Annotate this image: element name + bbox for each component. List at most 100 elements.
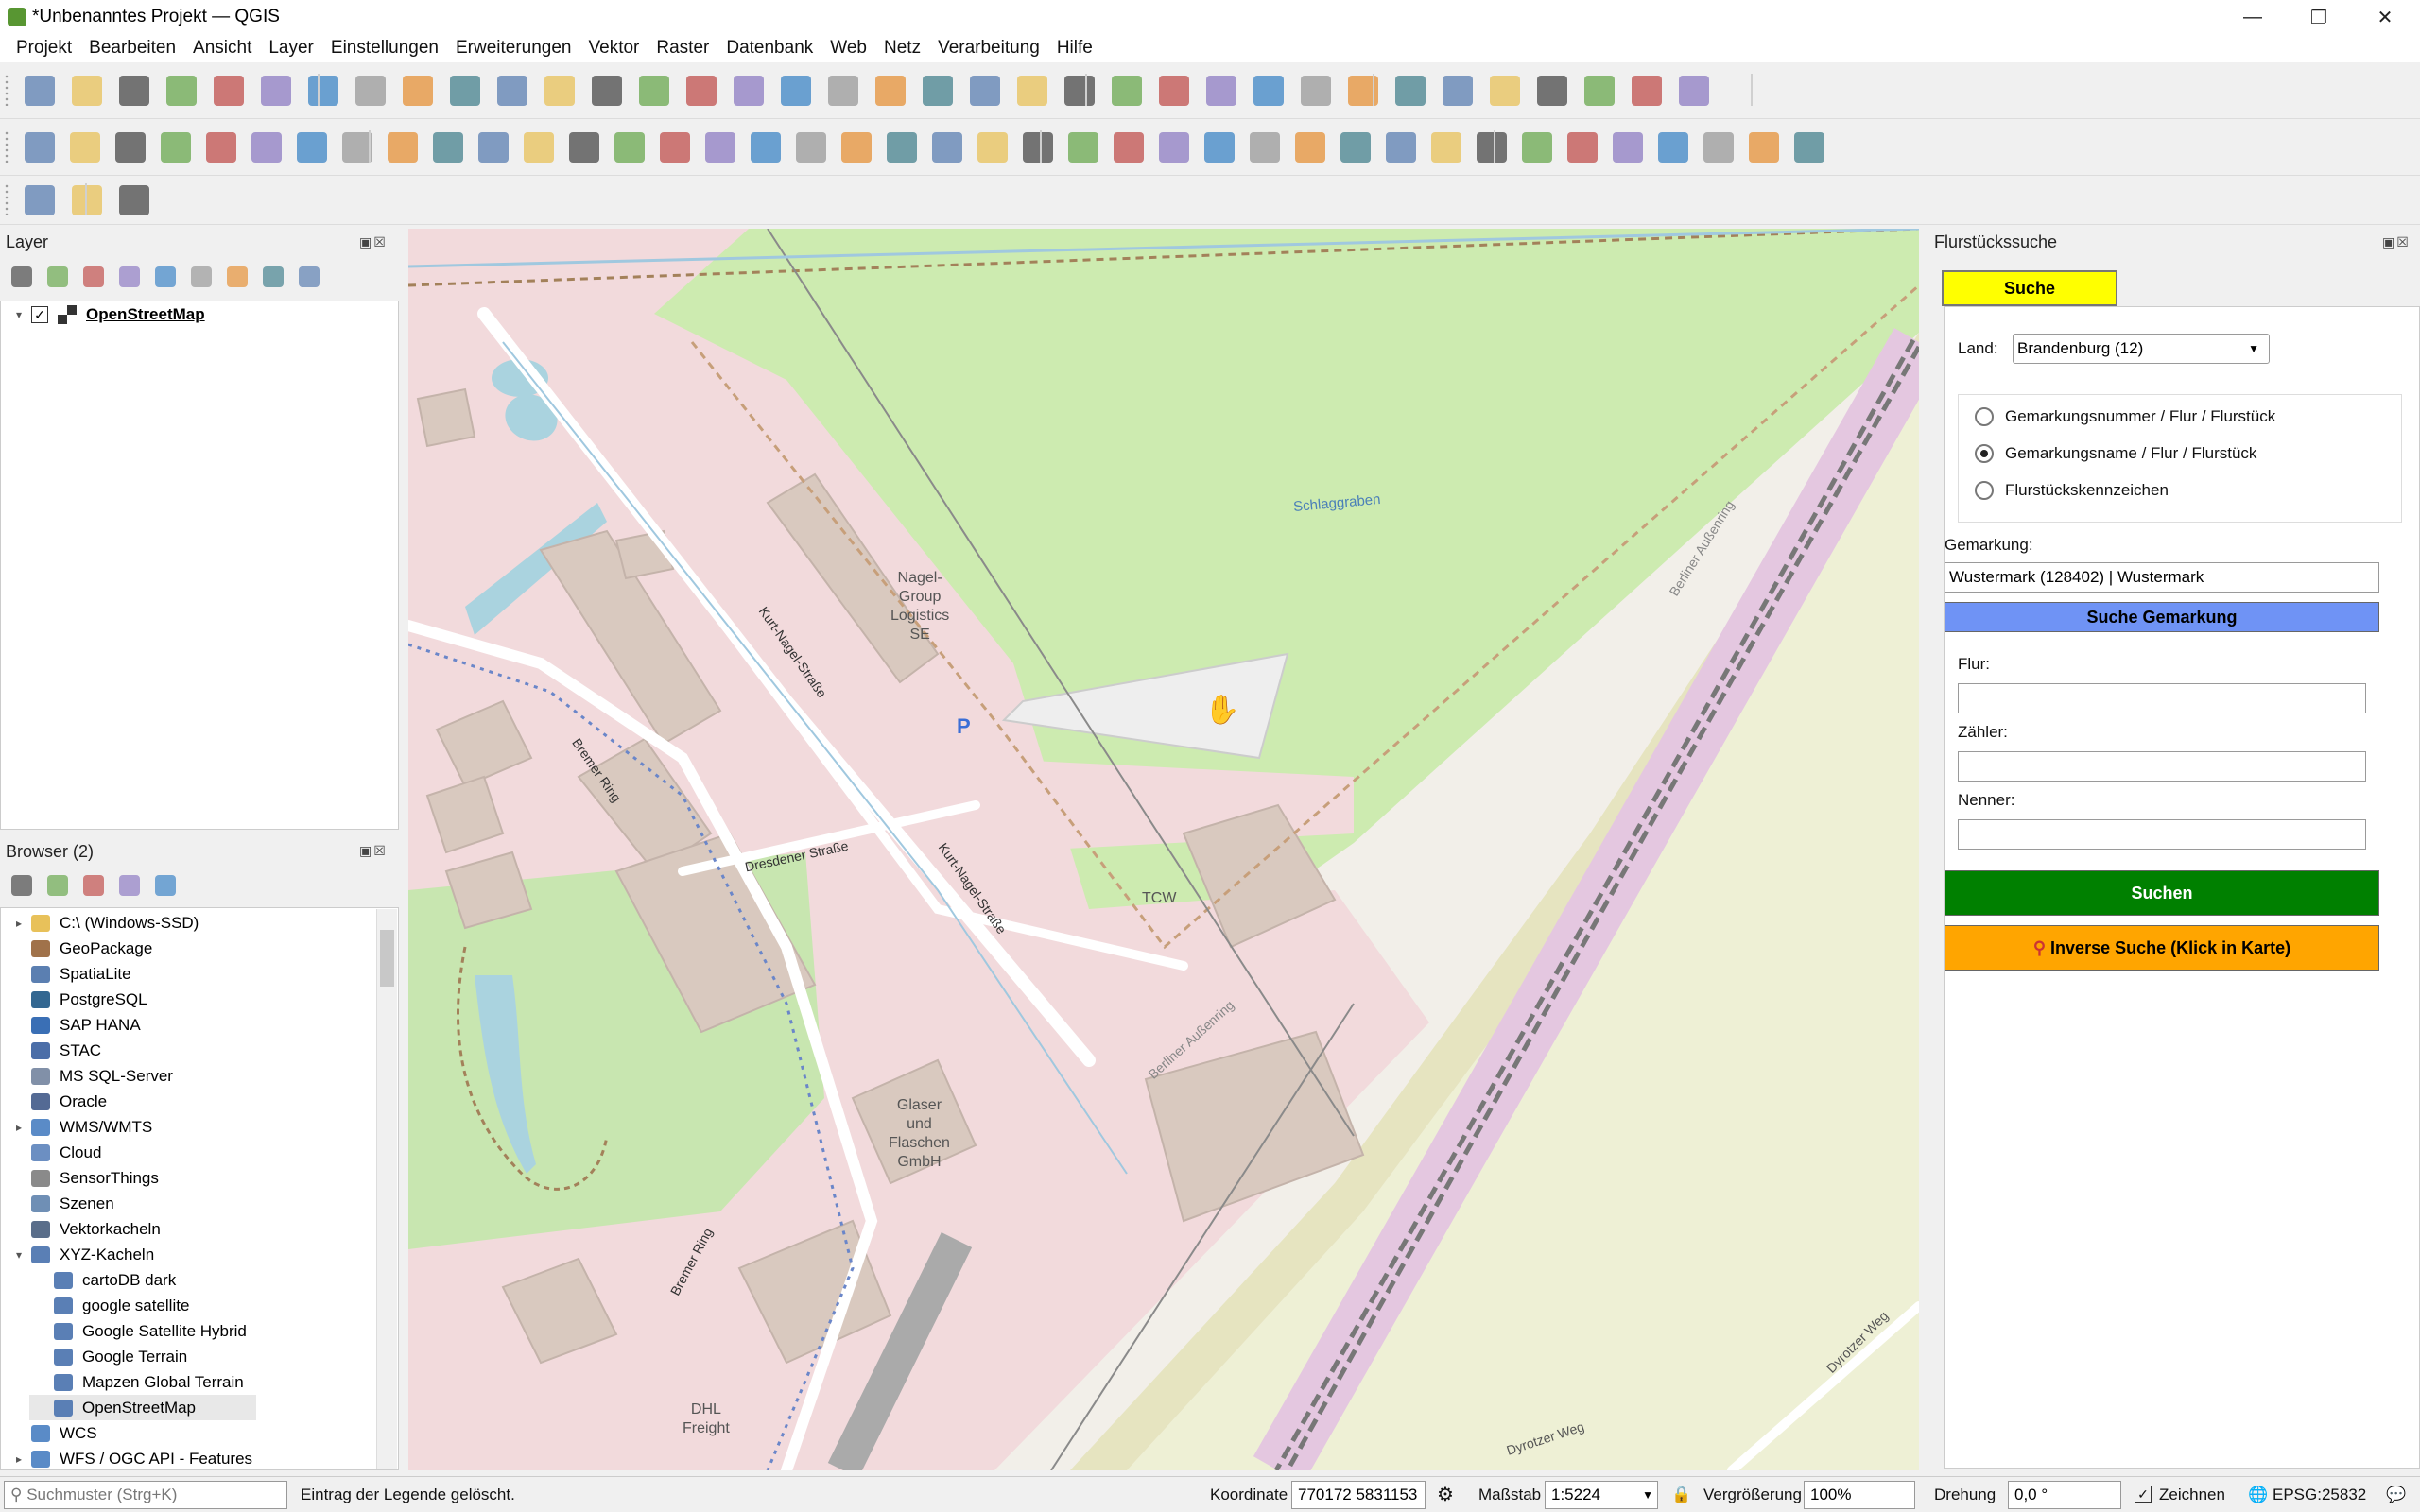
render-checkbox[interactable]: ✓: [2135, 1486, 2152, 1503]
toolbar-tool-icon[interactable]: [970, 76, 1000, 106]
toolbar-handle[interactable]: [4, 74, 9, 106]
menu-hilfe[interactable]: Hilfe: [1048, 34, 1101, 62]
toolbar-tool-icon[interactable]: [1613, 132, 1643, 163]
toolbar-tool-icon[interactable]: [1749, 132, 1779, 163]
toolbar-tool-icon[interactable]: [1658, 132, 1688, 163]
toolbar-tool-icon[interactable]: [1490, 76, 1520, 106]
toolbar-tool-icon[interactable]: [639, 76, 669, 106]
inverse-suche-button[interactable]: ⚲ Inverse Suche (Klick in Karte): [1945, 925, 2379, 971]
browser-item[interactable]: SensorThings: [7, 1165, 159, 1191]
browser-item[interactable]: ▸ C:\ (Windows-SSD): [7, 910, 199, 936]
collapse-icon[interactable]: ▾: [7, 308, 31, 321]
browser-item[interactable]: ▾ XYZ-Kacheln: [7, 1242, 154, 1267]
nenner-input[interactable]: [1958, 819, 2366, 850]
toolbar-tool-icon[interactable]: [1340, 132, 1371, 163]
map-canvas[interactable]: Schlaggraben Nagel- Group Logistics SE K…: [408, 229, 1919, 1470]
toolbar-tool-icon[interactable]: [1206, 76, 1236, 106]
menu-netz[interactable]: Netz: [875, 34, 929, 62]
toolbar-tool-icon[interactable]: [734, 76, 764, 106]
panel-tool-icon[interactable]: [155, 875, 176, 896]
toolbar-tool-icon[interactable]: [297, 132, 327, 163]
toolbar-tool-icon[interactable]: [206, 132, 236, 163]
toolbar-tool-icon[interactable]: [261, 76, 291, 106]
toolbar-tool-icon[interactable]: [1204, 132, 1235, 163]
toolbar-tool-icon[interactable]: [1114, 132, 1144, 163]
browser-item[interactable]: Google Terrain: [29, 1344, 187, 1369]
radio-gemarkungsname[interactable]: [1975, 444, 1994, 463]
browser-item[interactable]: Vektorkacheln: [7, 1216, 161, 1242]
suche-gemarkung-button[interactable]: Suche Gemarkung: [1945, 602, 2379, 632]
toolbar-tool-icon[interactable]: [1064, 76, 1095, 106]
toolbar-tool-icon[interactable]: [433, 132, 463, 163]
toolbar-tool-icon[interactable]: [1431, 132, 1461, 163]
toolbar-handle[interactable]: [4, 130, 9, 163]
toolbar-tool-icon[interactable]: [1522, 132, 1552, 163]
browser-item[interactable]: GeoPackage: [7, 936, 152, 961]
toolbar-tool-icon[interactable]: [544, 76, 575, 106]
layers-panel-buttons[interactable]: ▣☒: [359, 234, 388, 250]
menu-raster[interactable]: Raster: [648, 34, 717, 62]
browser-item[interactable]: SAP HANA: [7, 1012, 141, 1038]
expander-icon[interactable]: ▸: [7, 1452, 31, 1466]
toolbar-tool-icon[interactable]: [841, 132, 872, 163]
toolbar-tool-icon[interactable]: [524, 132, 554, 163]
toolbar-tool-icon[interactable]: [1537, 76, 1567, 106]
menu-verarbeitung[interactable]: Verarbeitung: [929, 34, 1048, 62]
toolbar-tool-icon[interactable]: [932, 132, 962, 163]
toolbar-tool-icon[interactable]: [1632, 76, 1662, 106]
rotation-field[interactable]: 0,0 °: [2008, 1481, 2121, 1509]
browser-item[interactable]: Google Satellite Hybrid: [29, 1318, 247, 1344]
toolbar-tool-icon[interactable]: [1253, 76, 1284, 106]
menu-datenbank[interactable]: Datenbank: [717, 34, 821, 62]
toolbar-tool-icon[interactable]: [403, 76, 433, 106]
toolbar-tool-icon[interactable]: [1703, 132, 1734, 163]
toolbar-tool-icon[interactable]: [1794, 132, 1824, 163]
browser-item[interactable]: MS SQL-Server: [7, 1063, 173, 1089]
toolbar-tool-icon[interactable]: [977, 132, 1008, 163]
browser-item[interactable]: ▸ WFS / OGC API - Features: [7, 1446, 252, 1469]
close-window-button[interactable]: ✕: [2352, 0, 2418, 34]
toolbar-tool-icon[interactable]: [1250, 132, 1280, 163]
toolbar-tool-icon[interactable]: [1068, 132, 1098, 163]
menu-einstellungen[interactable]: Einstellungen: [322, 34, 447, 62]
expander-icon[interactable]: ▸: [7, 1121, 31, 1134]
toolbar-tool-icon[interactable]: [72, 185, 102, 215]
menu-erweiterungen[interactable]: Erweiterungen: [447, 34, 580, 62]
toolbar-tool-icon[interactable]: [1395, 76, 1426, 106]
toolbar-tool-icon[interactable]: [115, 132, 146, 163]
panel-tool-icon[interactable]: [227, 266, 248, 287]
messages-icon[interactable]: 💬: [2386, 1486, 2406, 1504]
toolbar-tool-icon[interactable]: [166, 76, 197, 106]
menu-layer[interactable]: Layer: [260, 34, 322, 62]
panel-tool-icon[interactable]: [263, 266, 284, 287]
browser-item[interactable]: OpenStreetMap: [29, 1395, 256, 1420]
toolbar-tool-icon[interactable]: [450, 76, 480, 106]
browser-item[interactable]: google satellite: [29, 1293, 189, 1318]
toolbar-handle[interactable]: [4, 183, 9, 215]
toolbar-tool-icon[interactable]: [686, 76, 717, 106]
toolbar-tool-icon[interactable]: [1159, 132, 1189, 163]
toolbar-tool-icon[interactable]: [70, 132, 100, 163]
browser-item[interactable]: cartoDB dark: [29, 1267, 176, 1293]
layer-row[interactable]: ▾ ✓ OpenStreetMap: [7, 301, 205, 327]
radio-flurstueckskennzeichen[interactable]: [1975, 481, 1994, 500]
toolbar-tool-icon[interactable]: [308, 76, 338, 106]
toolbar-tool-icon[interactable]: [875, 76, 906, 106]
locator-search-input[interactable]: ⚲ Suchmuster (Strg+K): [4, 1481, 287, 1509]
toolbar-tool-icon[interactable]: [1295, 132, 1325, 163]
menu-vektor[interactable]: Vektor: [580, 34, 648, 62]
layer-checkbox[interactable]: ✓: [31, 305, 48, 323]
browser-panel-buttons[interactable]: ▣☒: [359, 843, 388, 859]
toolbar-tool-icon[interactable]: [614, 132, 645, 163]
toolbar-tool-icon[interactable]: [1112, 76, 1142, 106]
browser-item[interactable]: PostgreSQL: [7, 987, 147, 1012]
minimize-button[interactable]: —: [2220, 0, 2286, 34]
panel-tool-icon[interactable]: [11, 266, 32, 287]
toolbar-tool-icon[interactable]: [1023, 132, 1053, 163]
gemarkung-input[interactable]: Wustermark (128402) | Wustermark: [1945, 562, 2379, 593]
panel-tool-icon[interactable]: [47, 875, 68, 896]
flur-input[interactable]: [1958, 683, 2366, 713]
browser-item[interactable]: ▸ WMS/WMTS: [7, 1114, 152, 1140]
toolbar-tool-icon[interactable]: [214, 76, 244, 106]
toolbar-tool-icon[interactable]: [751, 132, 781, 163]
